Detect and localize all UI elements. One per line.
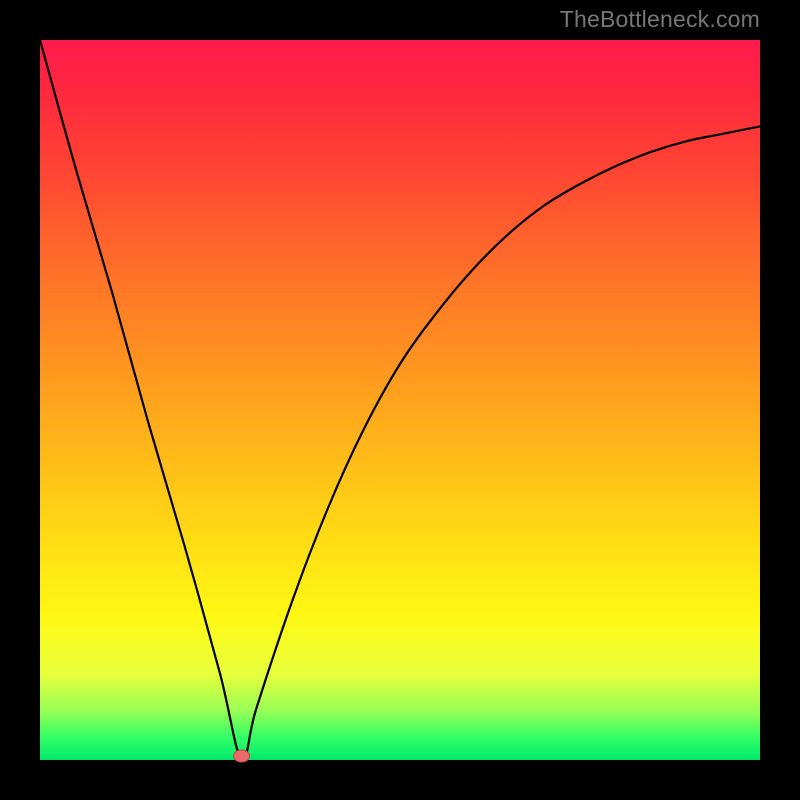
watermark-text: TheBottleneck.com bbox=[560, 6, 760, 33]
plot-area bbox=[40, 40, 760, 760]
curve-layer bbox=[40, 40, 760, 760]
minimum-marker bbox=[234, 750, 250, 762]
bottleneck-curve bbox=[40, 40, 760, 761]
chart-frame: TheBottleneck.com bbox=[0, 0, 800, 800]
